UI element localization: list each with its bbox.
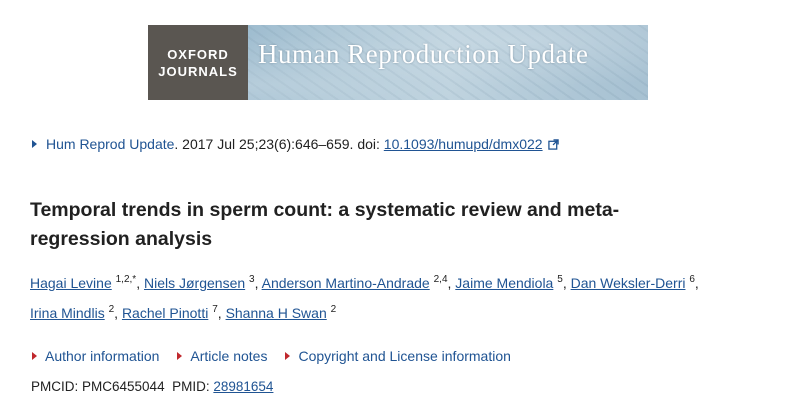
- copyright-toggle[interactable]: Copyright and License information: [285, 348, 511, 364]
- article-meta-toggles: Author information Article notes Copyrig…: [32, 348, 529, 364]
- doi-link[interactable]: 10.1093/humupd/dmx022: [384, 136, 543, 152]
- author-list: Hagai Levine 1,2,*, Niels Jørgensen 3, A…: [30, 268, 770, 328]
- author-link[interactable]: Irina Mindlis: [30, 305, 105, 321]
- author-link[interactable]: Rachel Pinotti: [122, 305, 208, 321]
- journal-banner[interactable]: OXFORD JOURNALS Human Reproduction Updat…: [148, 25, 648, 100]
- publisher-line-2: JOURNALS: [158, 63, 238, 79]
- copyright-label: Copyright and License information: [298, 348, 511, 364]
- author-information-toggle[interactable]: Author information: [32, 348, 159, 364]
- publisher-logo: OXFORD JOURNALS: [148, 25, 248, 100]
- author-entry: Shanna H Swan 2: [226, 304, 337, 322]
- expand-caret-icon: [177, 352, 183, 360]
- affiliation-ref[interactable]: 6: [689, 274, 695, 285]
- author-link[interactable]: Jaime Mendiola: [455, 275, 553, 291]
- author-entry: Hagai Levine 1,2,*,: [30, 274, 144, 292]
- affiliation-ref[interactable]: 2,4: [434, 274, 448, 285]
- affiliation-ref[interactable]: 7: [212, 304, 218, 315]
- journal-link[interactable]: Hum Reprod Update: [46, 136, 174, 152]
- publisher-line-1: OXFORD: [167, 46, 229, 62]
- article-notes-toggle[interactable]: Article notes: [177, 348, 267, 364]
- author-link[interactable]: Dan Weksler-Derri: [571, 275, 686, 291]
- author-information-label: Author information: [45, 348, 160, 364]
- pmcid-value: PMC6455044: [82, 379, 165, 394]
- expand-caret-icon: [285, 352, 291, 360]
- affiliation-ref[interactable]: 2: [331, 304, 337, 315]
- pmid-link[interactable]: 28981654: [213, 379, 273, 394]
- author-entry: Rachel Pinotti 7,: [121, 304, 226, 322]
- citation-details: . 2017 Jul 25;23(6):646–659. doi:: [174, 136, 384, 152]
- author-link[interactable]: Hagai Levine: [30, 275, 112, 291]
- author-link[interactable]: Niels Jørgensen: [144, 275, 245, 291]
- expand-caret-icon: [32, 352, 37, 360]
- citation-line: Hum Reprod Update . 2017 Jul 25;23(6):64…: [32, 136, 559, 152]
- article-identifiers: PMCID: PMC6455044 PMID: 28981654: [31, 379, 273, 394]
- journal-name: Human Reproduction Update: [258, 39, 589, 69]
- article-title: Temporal trends in sperm count: a system…: [30, 199, 620, 250]
- pmcid-label: PMCID:: [31, 379, 83, 394]
- author-link[interactable]: Anderson Martino-Andrade: [262, 275, 430, 291]
- affiliation-ref[interactable]: 1,2,*: [116, 274, 137, 285]
- author-entry: Jaime Mendiola 5,: [455, 274, 571, 292]
- author-link[interactable]: Shanna H Swan: [226, 305, 327, 321]
- external-link-icon[interactable]: [547, 138, 559, 150]
- article-notes-label: Article notes: [190, 348, 268, 364]
- author-entry: Niels Jørgensen 3,: [143, 274, 262, 292]
- author-entry: Dan Weksler-Derri 6,: [570, 274, 699, 292]
- affiliation-ref[interactable]: 2: [109, 304, 115, 315]
- affiliation-ref[interactable]: 3: [249, 274, 255, 285]
- author-entry: Anderson Martino-Andrade 2,4,: [261, 274, 456, 292]
- pmid-label: PMID:: [172, 379, 214, 394]
- affiliation-ref[interactable]: 5: [557, 274, 563, 285]
- author-entry: Irina Mindlis 2,: [30, 304, 122, 322]
- caret-right-icon: [32, 140, 37, 148]
